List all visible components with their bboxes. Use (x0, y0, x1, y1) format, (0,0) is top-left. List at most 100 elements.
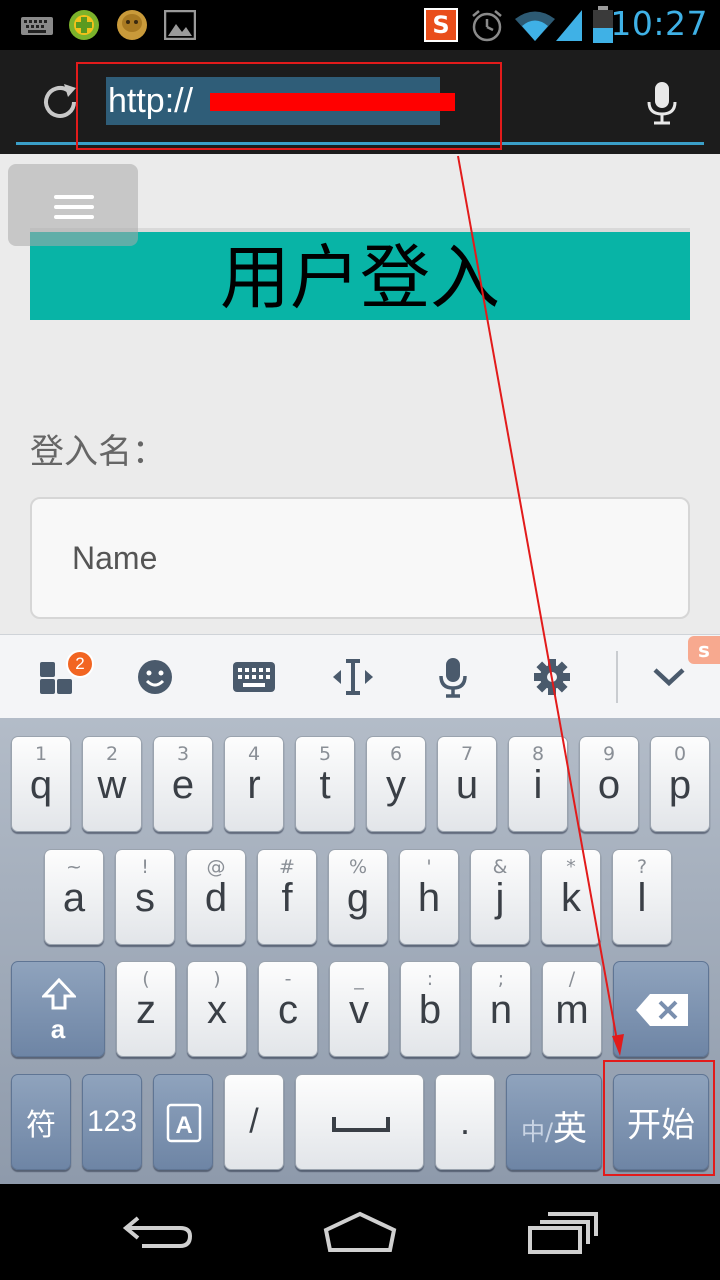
space-key[interactable] (295, 1074, 424, 1170)
key-b[interactable]: :b (400, 961, 460, 1057)
language-switch-key[interactable]: 中/英 (506, 1074, 602, 1170)
period-key[interactable]: . (435, 1074, 495, 1170)
key-hint: ( (142, 968, 150, 990)
key-h[interactable]: ' h (399, 849, 459, 945)
notification-badge: 2 (66, 650, 94, 678)
key-hint: # (279, 856, 295, 878)
key-f[interactable]: # f (257, 849, 317, 945)
sogou-logo: s (688, 636, 720, 664)
signal-icon (556, 10, 582, 41)
key-label: o (597, 763, 621, 807)
cursor-button[interactable] (318, 635, 388, 719)
key-label: z (136, 988, 156, 1032)
hamburger-icon (54, 195, 94, 199)
key-hint: ~ (66, 856, 82, 878)
key-hint: 5 (318, 743, 332, 765)
game-icon (69, 10, 99, 40)
key-hint: 6 (389, 743, 403, 765)
key-g[interactable]: % g (328, 849, 388, 945)
hamburger-line (54, 205, 94, 209)
key-hint: 4 (247, 743, 261, 765)
nav-bar (0, 1184, 720, 1280)
key-y[interactable]: 6y (366, 736, 426, 832)
key-label: w (97, 763, 127, 807)
key-hint: 1 (34, 743, 48, 765)
svg-text:A: A (175, 1112, 192, 1139)
hamburger-line (54, 215, 94, 219)
key-hint: & (492, 856, 508, 878)
voice-button[interactable] (418, 635, 488, 719)
shift-icon (42, 978, 76, 1010)
key-label: j (495, 876, 505, 920)
back-icon[interactable] (122, 1206, 202, 1258)
key-s[interactable]: ! s (115, 849, 175, 945)
key-c[interactable]: -c (258, 961, 318, 1057)
lang-zh: 中/ (520, 1118, 554, 1146)
alarm-icon (472, 10, 502, 42)
key-label: t (319, 763, 331, 807)
home-icon[interactable] (320, 1206, 400, 1258)
key-v[interactable]: _ v (329, 961, 389, 1057)
key-i[interactable]: 8i (508, 736, 568, 832)
key-z[interactable]: (z (116, 961, 176, 1057)
settings-button[interactable] (517, 635, 587, 719)
key-k[interactable]: * k (541, 849, 601, 945)
key-label: / (249, 1102, 259, 1141)
shift-key-letter: a (50, 1014, 66, 1044)
key-j[interactable]: & j (470, 849, 530, 945)
mic-icon[interactable] (645, 80, 679, 126)
key-label: q (29, 763, 53, 807)
key-hint: ; (497, 968, 505, 990)
backspace-key[interactable] (613, 961, 709, 1057)
key-hint: @ (206, 856, 226, 878)
key-q[interactable]: 1q (11, 736, 71, 832)
page-title: 用户登入 (220, 237, 500, 319)
key-label: d (204, 876, 228, 920)
key-p[interactable]: 0p (650, 736, 710, 832)
handwriting-icon: A (166, 1103, 202, 1143)
language-switch-label: 中/英 (507, 1101, 601, 1150)
menu-button[interactable] (8, 164, 138, 246)
web-page: 用户登入 登入名： (0, 154, 720, 634)
keyboard-icon (233, 662, 275, 692)
emoji-button[interactable] (120, 635, 190, 719)
key-n[interactable]: ; n (471, 961, 531, 1057)
key-label: u (455, 763, 479, 807)
key-label: f (281, 876, 293, 920)
key-label: l (637, 876, 647, 920)
key-x[interactable]: ) x (187, 961, 247, 1057)
key-e[interactable]: 3e (153, 736, 213, 832)
key-u[interactable]: 7u (437, 736, 497, 832)
key-t[interactable]: 5t (295, 736, 355, 832)
slash-key[interactable]: / (224, 1074, 284, 1170)
name-input[interactable] (30, 497, 690, 619)
sogou-icon: S (424, 8, 458, 42)
keyboard-switch-button[interactable] (219, 635, 289, 719)
key-hint: 3 (176, 743, 190, 765)
mic-icon (439, 658, 467, 698)
numbers-key[interactable]: 123 (82, 1074, 142, 1170)
key-d[interactable]: @ d (186, 849, 246, 945)
key-label: k (561, 876, 581, 920)
key-o[interactable]: 9o (579, 736, 639, 832)
key-hint: 0 (673, 743, 687, 765)
key-hint: 8 (531, 743, 545, 765)
symbols-key[interactable]: 符 (11, 1074, 71, 1170)
key-label: n (489, 988, 513, 1032)
recents-icon[interactable] (522, 1206, 602, 1258)
key-w[interactable]: 2w (82, 736, 142, 832)
key-label: c (278, 988, 298, 1032)
key-l[interactable]: ? l (612, 849, 672, 945)
key-r[interactable]: 4r (224, 736, 284, 832)
handwriting-key[interactable]: A (153, 1074, 213, 1170)
key-label: i (533, 763, 543, 807)
key-a[interactable]: ~ a (44, 849, 104, 945)
key-m[interactable]: / m (542, 961, 602, 1057)
status-bar: S 10:27 (0, 0, 720, 50)
ime-toolbar: 2 (0, 634, 720, 718)
shift-key[interactable]: a (11, 961, 105, 1057)
lang-en: 英 (553, 1109, 588, 1149)
key-hint: / (568, 968, 576, 990)
key-hint: 2 (105, 743, 119, 765)
key-hint: ? (636, 856, 648, 878)
